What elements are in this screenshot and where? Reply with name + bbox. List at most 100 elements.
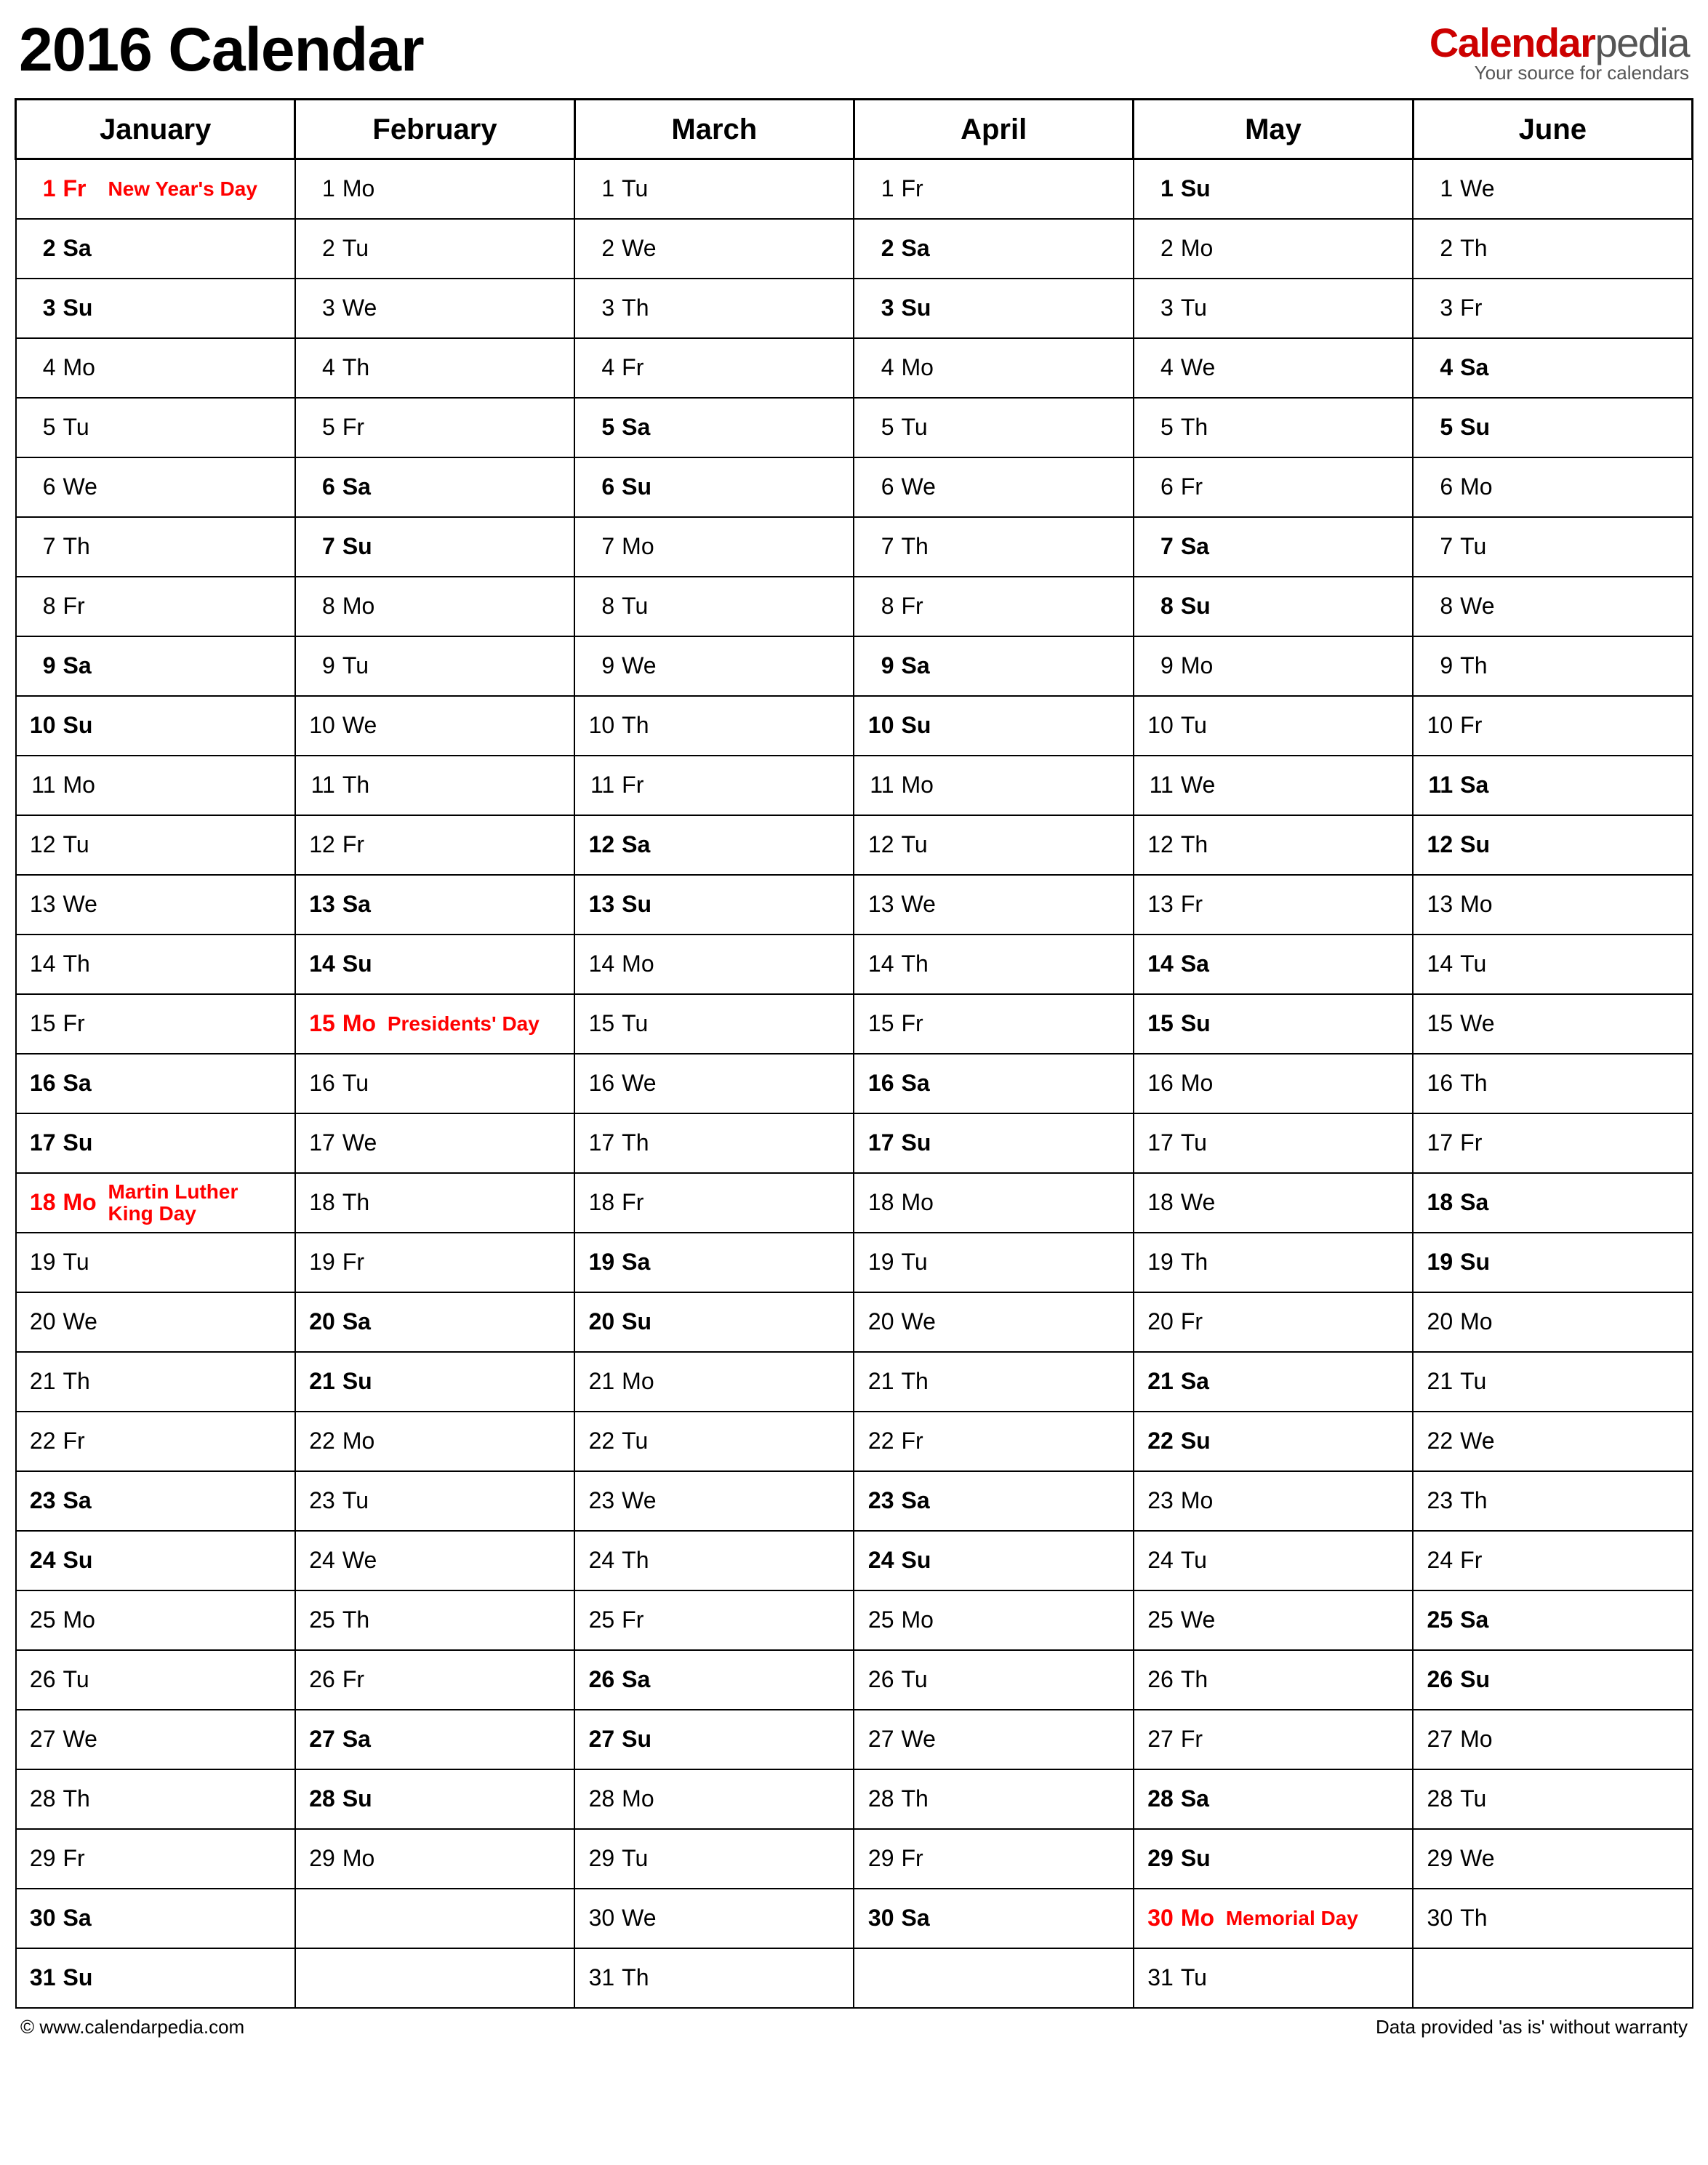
day-number: 1 bbox=[1144, 175, 1174, 202]
day-weekday: Fr bbox=[1181, 473, 1219, 500]
day-weekday: Su bbox=[1181, 1845, 1219, 1872]
day-number: 22 bbox=[1144, 1428, 1174, 1454]
day-cell: 1Tu bbox=[574, 159, 854, 219]
day-number: 21 bbox=[1424, 1368, 1453, 1395]
day-number: 13 bbox=[1424, 891, 1453, 918]
day-number: 11 bbox=[1144, 772, 1174, 799]
day-number: 1 bbox=[865, 175, 894, 202]
day-number: 18 bbox=[306, 1189, 335, 1216]
brand-name: Calendarpedia bbox=[1430, 19, 1689, 66]
day-cell: 6Mo bbox=[1413, 457, 1692, 517]
day-number: 18 bbox=[585, 1189, 614, 1216]
day-weekday: Tu bbox=[63, 1249, 101, 1276]
day-cell: 14Su bbox=[295, 935, 574, 994]
day-number: 20 bbox=[27, 1308, 56, 1335]
day-number: 14 bbox=[585, 951, 614, 977]
day-cell: 28Sa bbox=[1134, 1769, 1413, 1829]
day-number: 5 bbox=[585, 414, 614, 441]
day-weekday: Th bbox=[901, 951, 939, 977]
day-number: 19 bbox=[306, 1249, 335, 1276]
day-weekday: Th bbox=[1181, 1249, 1219, 1276]
day-cell: 18Mo bbox=[854, 1173, 1133, 1233]
day-weekday: Mo bbox=[1460, 891, 1498, 918]
day-cell: 18MoMartin Luther King Day bbox=[16, 1173, 295, 1233]
day-cell: 3Su bbox=[16, 279, 295, 338]
day-cell: 1Fr bbox=[854, 159, 1133, 219]
day-number: 17 bbox=[27, 1129, 56, 1156]
day-cell: 21Th bbox=[854, 1352, 1133, 1412]
day-weekday: Su bbox=[1181, 1010, 1219, 1037]
day-cell: 20Su bbox=[574, 1292, 854, 1352]
day-weekday: Sa bbox=[1460, 354, 1498, 381]
day-weekday: Tu bbox=[1460, 533, 1498, 560]
day-number: 8 bbox=[865, 593, 894, 620]
day-number: 6 bbox=[1144, 473, 1174, 500]
day-cell: 5Tu bbox=[854, 398, 1133, 457]
day-cell: 11Mo bbox=[854, 756, 1133, 815]
day-number: 11 bbox=[27, 772, 56, 799]
day-weekday: We bbox=[342, 295, 380, 321]
day-weekday: Tu bbox=[1460, 1785, 1498, 1812]
day-cell: 10Su bbox=[854, 696, 1133, 756]
day-number: 2 bbox=[1144, 235, 1174, 262]
day-cell: 10We bbox=[295, 696, 574, 756]
day-cell: 17Su bbox=[16, 1113, 295, 1173]
day-number: 14 bbox=[306, 951, 335, 977]
day-cell: 17Su bbox=[854, 1113, 1133, 1173]
day-weekday: Mo bbox=[901, 354, 939, 381]
day-cell: 5Su bbox=[1413, 398, 1692, 457]
day-weekday: Su bbox=[1181, 175, 1219, 202]
day-number: 24 bbox=[585, 1547, 614, 1574]
day-weekday: Su bbox=[1460, 414, 1498, 441]
day-weekday: We bbox=[1181, 1606, 1219, 1633]
day-cell: 22Fr bbox=[16, 1412, 295, 1471]
day-number: 10 bbox=[306, 712, 335, 739]
day-cell: 31Th bbox=[574, 1948, 854, 2008]
day-weekday: Tu bbox=[901, 414, 939, 441]
day-number: 17 bbox=[865, 1129, 894, 1156]
day-number: 21 bbox=[306, 1368, 335, 1395]
day-number: 9 bbox=[865, 652, 894, 679]
day-number: 31 bbox=[585, 1964, 614, 1991]
day-cell: 30We bbox=[574, 1889, 854, 1948]
day-number: 24 bbox=[306, 1547, 335, 1574]
holiday-name: Memorial Day bbox=[1226, 1908, 1405, 1929]
day-number: 26 bbox=[865, 1666, 894, 1693]
day-weekday: Sa bbox=[63, 1905, 101, 1932]
day-number: 13 bbox=[585, 891, 614, 918]
day-number: 27 bbox=[1424, 1726, 1453, 1753]
day-weekday: Mo bbox=[63, 1606, 101, 1633]
day-weekday: We bbox=[342, 1547, 380, 1574]
day-weekday: Mo bbox=[1460, 1726, 1498, 1753]
day-weekday: Tu bbox=[1181, 1547, 1219, 1574]
day-number: 19 bbox=[1424, 1249, 1453, 1276]
day-weekday: We bbox=[63, 473, 101, 500]
day-cell: 11Sa bbox=[1413, 756, 1692, 815]
day-number: 23 bbox=[1144, 1487, 1174, 1514]
day-weekday: Th bbox=[901, 1785, 939, 1812]
day-weekday: We bbox=[622, 235, 659, 262]
day-number: 7 bbox=[1424, 533, 1453, 560]
day-weekday: Mo bbox=[1181, 235, 1219, 262]
day-cell: 7Th bbox=[16, 517, 295, 577]
day-number: 28 bbox=[306, 1785, 335, 1812]
day-cell: 26Sa bbox=[574, 1650, 854, 1710]
day-number: 30 bbox=[1144, 1905, 1174, 1932]
day-weekday: Fr bbox=[622, 1606, 659, 1633]
day-weekday: Sa bbox=[63, 1487, 101, 1514]
day-cell: 17We bbox=[295, 1113, 574, 1173]
day-weekday: Fr bbox=[342, 414, 380, 441]
day-number: 23 bbox=[1424, 1487, 1453, 1514]
day-cell: 17Tu bbox=[1134, 1113, 1413, 1173]
day-weekday: Tu bbox=[1460, 951, 1498, 977]
day-number: 4 bbox=[1144, 354, 1174, 381]
day-cell: 3Su bbox=[854, 279, 1133, 338]
day-cell: 29Fr bbox=[16, 1829, 295, 1889]
day-cell: 4Fr bbox=[574, 338, 854, 398]
day-weekday: Th bbox=[1460, 1070, 1498, 1097]
day-number: 1 bbox=[1424, 175, 1453, 202]
day-weekday: Tu bbox=[342, 652, 380, 679]
day-cell: 6We bbox=[16, 457, 295, 517]
day-cell: 8Fr bbox=[854, 577, 1133, 636]
day-number: 12 bbox=[1144, 831, 1174, 858]
